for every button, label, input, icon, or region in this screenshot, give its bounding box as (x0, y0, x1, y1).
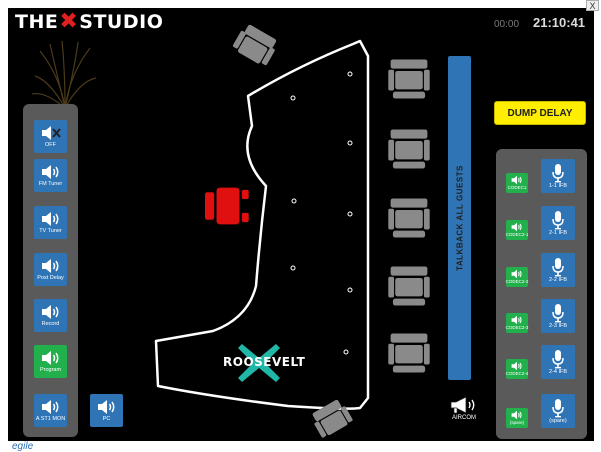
microphone-icon (552, 304, 564, 323)
source-button[interactable]: Record (34, 299, 67, 332)
speaker-icon (511, 315, 522, 325)
codec-button-label: CODEC2-4 (505, 371, 529, 376)
microphone-icon (552, 258, 564, 277)
codec-button-label: CODEC2-1 (505, 232, 529, 237)
speaker-icon (41, 305, 58, 319)
logo-x-icon: ✖ (59, 9, 79, 34)
chair-icon[interactable] (386, 195, 432, 241)
speaker-icon (41, 400, 58, 414)
codec-button-label: CODEC2-3 (505, 325, 529, 330)
speaker-icon (41, 351, 58, 365)
speaker-icon (41, 165, 58, 179)
ifb-button[interactable]: 1-1 IFB (541, 159, 575, 193)
ifb-button-label: 2-3 IFB (548, 323, 568, 329)
speaker-icon (97, 400, 114, 414)
dump-delay-button[interactable]: DUMP DELAY (494, 101, 586, 125)
chair-icon[interactable] (310, 400, 356, 441)
pc-button[interactable]: PC (90, 394, 123, 427)
microphone-icon (552, 350, 564, 369)
plant-icon (31, 40, 97, 109)
speaker-icon (41, 212, 58, 226)
ifb-button-label: 1-1 IFB (548, 183, 568, 189)
speaker-icon (511, 222, 522, 232)
source-button-label: Program (39, 367, 62, 373)
source-button[interactable]: Program (34, 345, 67, 378)
codec-button[interactable]: CODEC2-2 (506, 267, 528, 287)
codec-button[interactable]: CODEC2-1 (506, 220, 528, 240)
chair-icon[interactable] (386, 56, 432, 102)
talkback-all-guests-button[interactable]: TALKBACK ALL GUESTS (448, 56, 471, 380)
codec-button-label: CODEC1 (507, 185, 527, 190)
speaker-icon (511, 361, 522, 371)
codec-button[interactable]: CODEC2-4 (506, 359, 528, 379)
logo-text-studio: STUDIO (79, 11, 164, 33)
source-button[interactable]: A ST1 MON (34, 394, 67, 427)
ifb-button[interactable]: 2-4 IFB (541, 345, 575, 379)
source-button[interactable]: OFF (34, 120, 67, 153)
app-window: THE ✖ STUDIO 00:00 21:10:41 ROOSEVELT OF… (0, 0, 601, 452)
speaker-icon (511, 269, 522, 279)
studio-logo: THE ✖ STUDIO (15, 9, 164, 34)
ifb-button[interactable]: 2-1 IFB (541, 206, 575, 240)
source-button-label: OFF (45, 142, 56, 148)
source-button-label: TV Tuner (39, 228, 62, 234)
ifb-button-label: 2-2 IFB (548, 277, 568, 283)
clock: 21:10:41 (533, 15, 586, 30)
codec-button[interactable]: (spare) (506, 408, 528, 428)
source-button-label: FM Tuner (38, 181, 63, 187)
source-button[interactable]: FM Tuner (34, 159, 67, 192)
logo-text-the: THE (15, 11, 59, 33)
source-button-label: Post Delay (37, 275, 64, 281)
chair-icon[interactable] (386, 263, 432, 309)
source-button-label: Record (41, 321, 60, 327)
studio-canvas: THE ✖ STUDIO 00:00 21:10:41 ROOSEVELT OF… (8, 8, 594, 441)
chair-icon[interactable] (386, 126, 432, 172)
megaphone-icon (450, 396, 475, 414)
codec-button[interactable]: CODEC2-3 (506, 313, 528, 333)
aircom-label: AIRCOM (452, 415, 476, 421)
microphone-icon (552, 211, 564, 230)
microphone-icon (552, 164, 564, 183)
speaker-icon (511, 410, 522, 420)
speaker-icon (41, 259, 58, 273)
chair-icon[interactable] (232, 23, 278, 69)
ifb-button[interactable]: 2-3 IFB (541, 299, 575, 333)
source-button[interactable]: Post Delay (34, 253, 67, 286)
codec-button-label: CODEC2-2 (505, 279, 529, 284)
elapsed-timer: 00:00 (494, 19, 520, 30)
aircom-button[interactable]: AIRCOM (444, 396, 484, 426)
chair-icon[interactable] (386, 330, 432, 376)
ifb-button-label: 2-1 IFB (548, 230, 568, 236)
footer-logo: egile (12, 441, 34, 452)
pc-button-label: PC (102, 416, 111, 422)
ifb-button[interactable]: (spare) (541, 394, 575, 428)
desk-label: ROOSEVELT (223, 355, 306, 369)
ifb-button-label: 2-4 IFB (548, 369, 568, 375)
source-button[interactable]: TV Tuner (34, 206, 67, 239)
codec-button[interactable]: CODEC1 (506, 173, 528, 193)
codec-button-label: (spare) (509, 420, 525, 425)
speaker-icon (511, 175, 522, 185)
source-button-label: A ST1 MON (35, 416, 66, 422)
ifb-button-label: (spare) (549, 418, 567, 424)
microphone-icon (552, 399, 564, 418)
close-button[interactable]: X (586, 0, 599, 11)
host-chair-icon[interactable] (205, 185, 251, 227)
talkback-label: TALKBACK ALL GUESTS (455, 165, 464, 271)
ifb-button[interactable]: 2-2 IFB (541, 253, 575, 287)
speaker-muted-icon (41, 126, 61, 140)
